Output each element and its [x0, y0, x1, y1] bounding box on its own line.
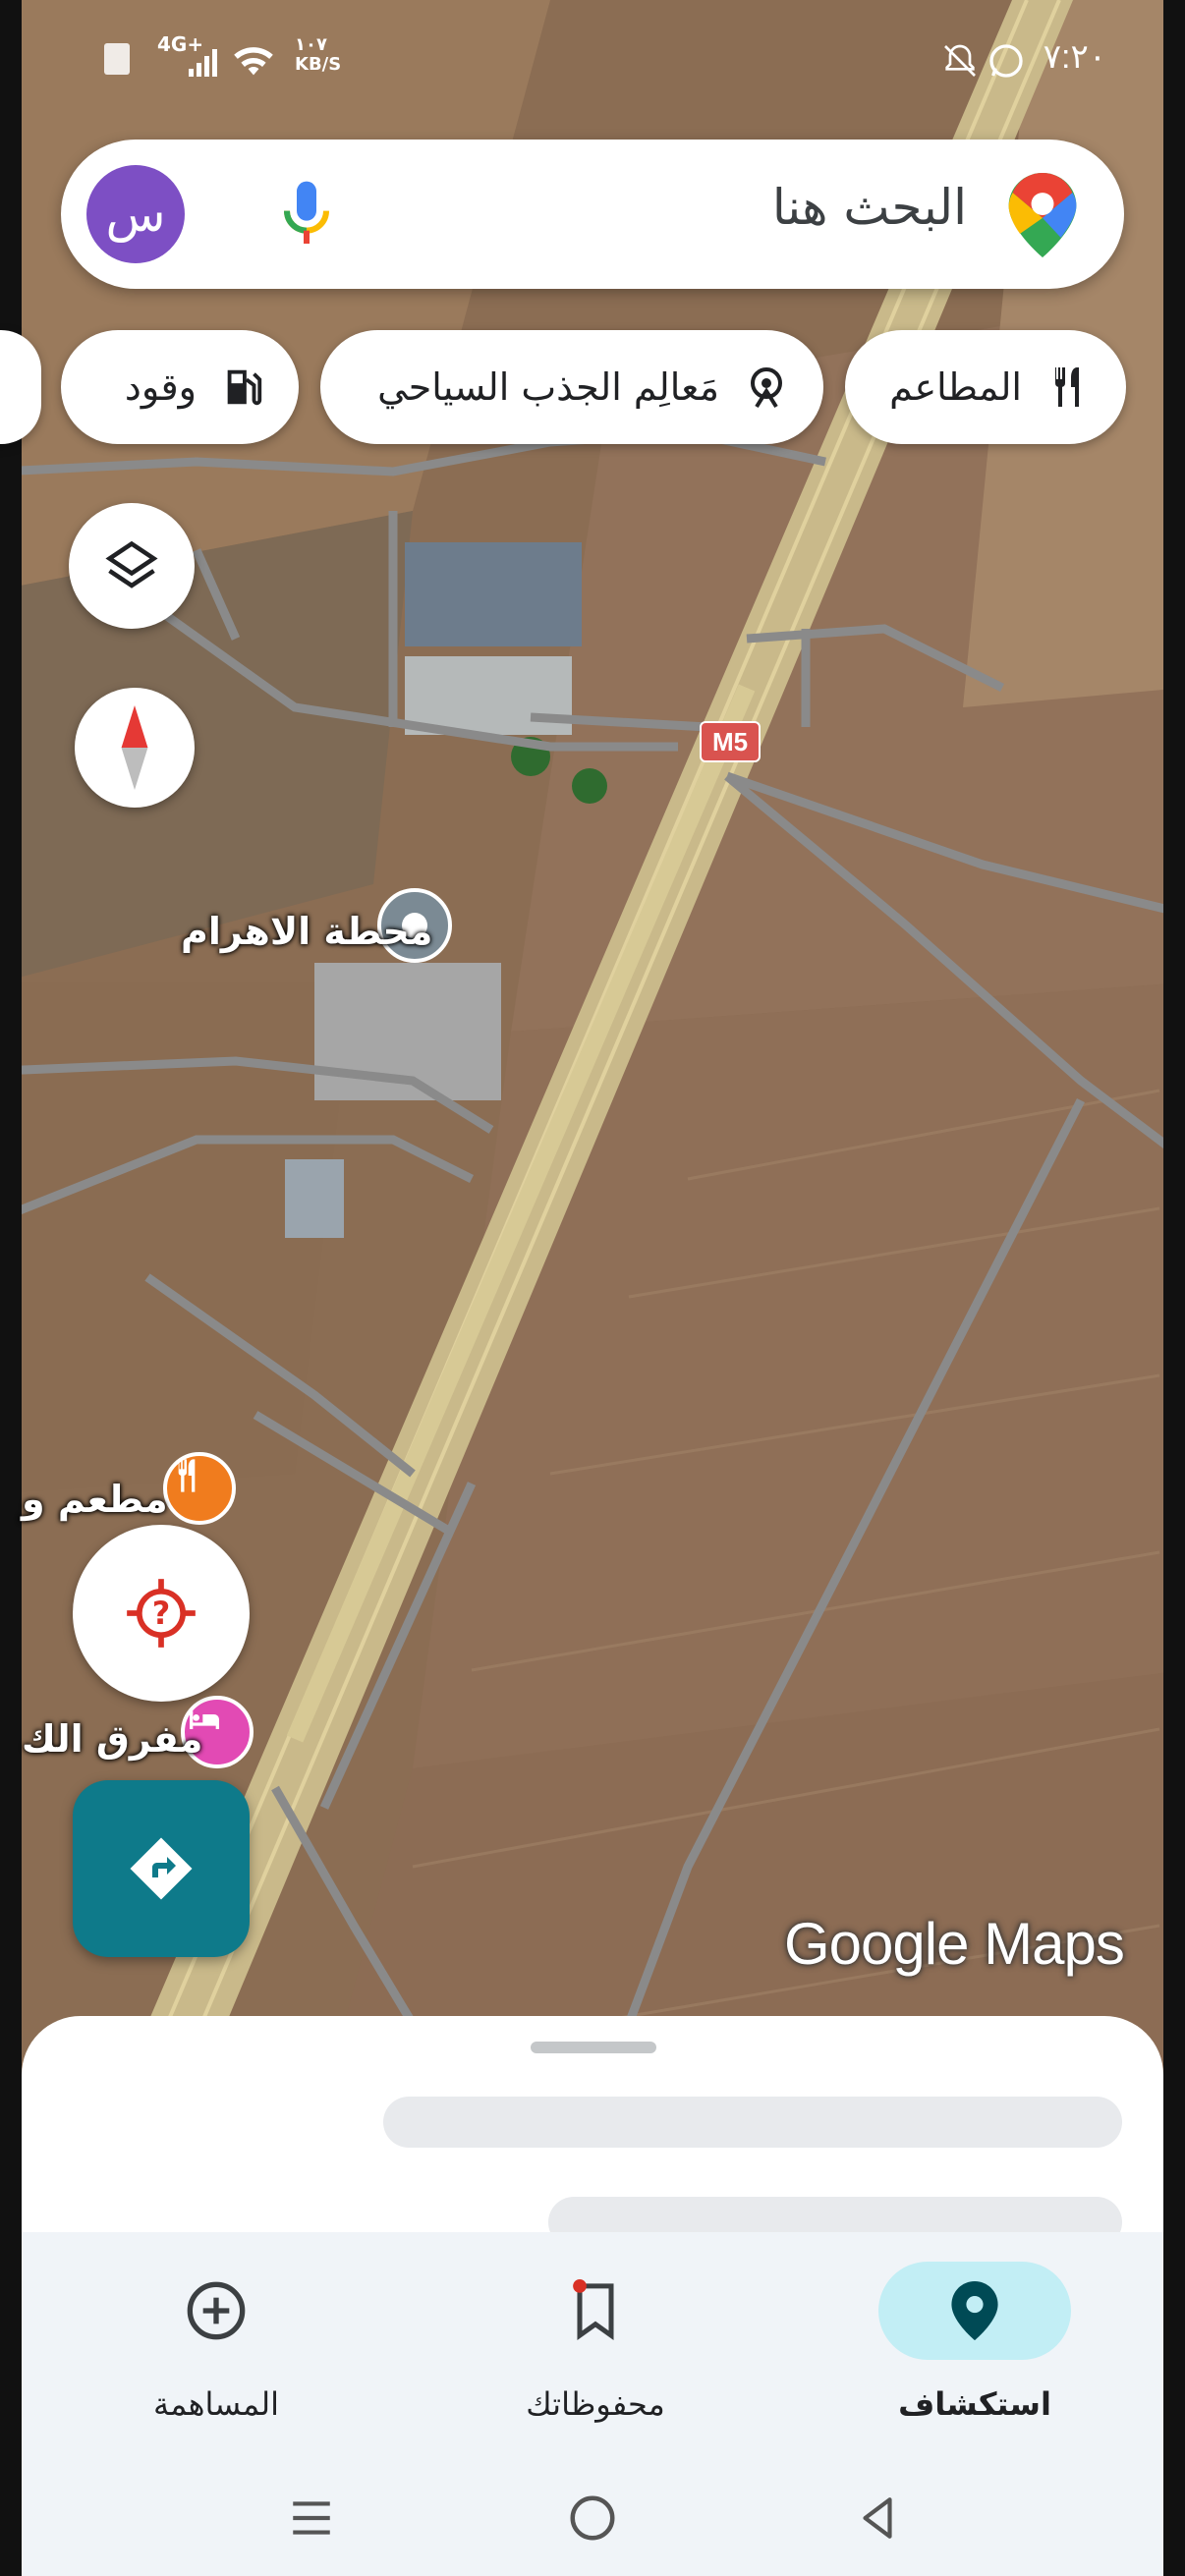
- recent-apps-icon[interactable]: [287, 2493, 336, 2543]
- google-maps-logo: Google Maps: [784, 1911, 1125, 1977]
- avatar[interactable]: س: [86, 165, 185, 263]
- wifi-icon: [234, 47, 273, 76]
- explore-pin-icon: [951, 2281, 998, 2340]
- restaurant-poi-marker[interactable]: [163, 1452, 236, 1525]
- tab-icon-pill: [499, 2262, 692, 2360]
- tab-label: المساهمة: [153, 2385, 279, 2423]
- screen-edge-right: [1163, 0, 1185, 2576]
- google-maps-pin-icon: [1008, 173, 1077, 257]
- signal-icon: [189, 49, 217, 77]
- tab-saved[interactable]: محفوظاتك: [448, 2248, 743, 2444]
- tab-label: استكشاف: [898, 2385, 1051, 2423]
- loading-placeholder: [383, 2097, 1122, 2148]
- add-circle-icon: [187, 2281, 246, 2340]
- attraction-icon: [751, 367, 782, 409]
- place-label-station[interactable]: محطة الاهرام: [181, 910, 432, 953]
- search-bar[interactable]: س البحث هنا: [61, 140, 1124, 289]
- bookmark-icon: [573, 2279, 614, 2341]
- layers-button[interactable]: [69, 503, 195, 629]
- tab-explore[interactable]: استكشاف: [827, 2248, 1122, 2444]
- compass-button[interactable]: [75, 688, 195, 808]
- status-bar: 4G+ ١٠٧ KB/S ٧:٢٠: [0, 28, 1185, 86]
- road-shield-m5: M5: [700, 721, 761, 762]
- directions-button[interactable]: [73, 1780, 250, 1957]
- directions-icon: [130, 1837, 193, 1900]
- compass-icon: [121, 705, 148, 790]
- chip-attractions[interactable]: مَعالِم الجذب السياحي: [320, 330, 823, 444]
- place-label-junction[interactable]: مفرق الك: [22, 1717, 202, 1761]
- search-input[interactable]: البحث هنا: [772, 179, 967, 236]
- home-icon[interactable]: [566, 2492, 619, 2545]
- chip-fuel[interactable]: وقود: [61, 330, 299, 444]
- chip-restaurants[interactable]: المطاعم: [845, 330, 1126, 444]
- notification-muted-icon: [944, 44, 976, 77]
- tab-icon-pill: [120, 2262, 312, 2360]
- sheet-drag-handle[interactable]: [531, 2042, 656, 2053]
- whatsapp-icon: [989, 44, 1023, 78]
- network-speed: ١٠٧ KB/S: [295, 35, 341, 75]
- speed-unit: KB/S: [295, 54, 342, 75]
- tab-contribute[interactable]: المساهمة: [69, 2248, 364, 2444]
- place-label-restaurant[interactable]: مطعم و: [22, 1478, 168, 1521]
- restaurant-icon: [1055, 367, 1079, 407]
- status-time: ٧:٢٠: [1043, 38, 1106, 76]
- svg-text:?: ?: [152, 1596, 170, 1632]
- layers-icon: [105, 540, 158, 588]
- location-unknown-icon: ?: [127, 1579, 196, 1648]
- fuel-icon: [227, 369, 262, 406]
- chip-label: وقود: [124, 365, 197, 409]
- restaurant-icon: [178, 1459, 196, 1492]
- microphone-icon[interactable]: [267, 175, 346, 253]
- my-location-button[interactable]: ?: [73, 1525, 250, 1702]
- system-navigation-bar: [22, 2458, 1163, 2576]
- tab-label: محفوظاتك: [526, 2385, 665, 2423]
- chip-label: مَعالِم الجذب السياحي: [377, 365, 719, 409]
- speed-value: ١٠٧: [295, 34, 327, 55]
- bottom-navigation: استكشاف محفوظاتك المساهمة: [22, 2232, 1163, 2458]
- tab-icon-pill: [878, 2262, 1071, 2360]
- back-icon[interactable]: [853, 2492, 902, 2545]
- chip-label: المطاعم: [889, 365, 1022, 409]
- sim-card-icon: [104, 43, 130, 75]
